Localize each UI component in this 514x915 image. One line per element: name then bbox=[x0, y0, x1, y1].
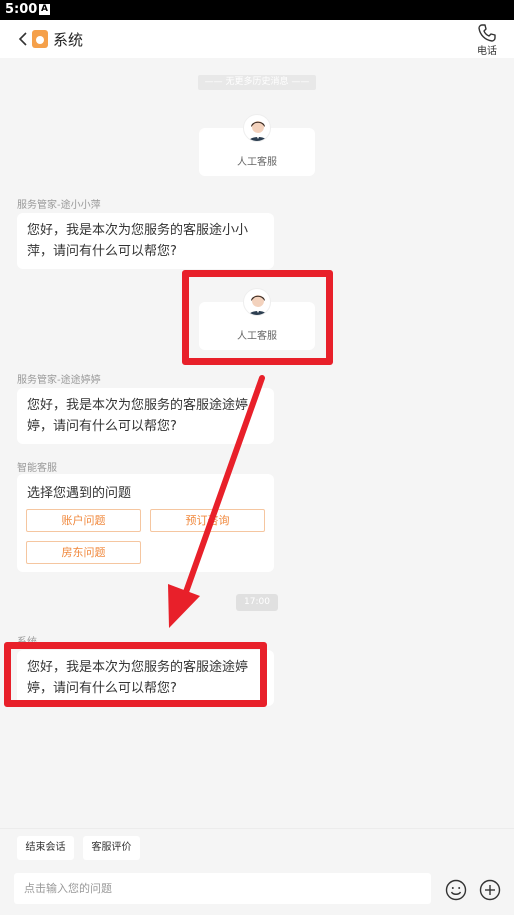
emoji-icon[interactable] bbox=[445, 879, 467, 901]
end-session-button[interactable]: 结束会话 bbox=[17, 836, 74, 860]
rate-service-button[interactable]: 客服评价 bbox=[83, 836, 140, 860]
annotation-arrow bbox=[168, 375, 265, 628]
message-input[interactable]: 点击输入您的问题 bbox=[14, 873, 431, 904]
add-icon[interactable] bbox=[479, 879, 501, 901]
